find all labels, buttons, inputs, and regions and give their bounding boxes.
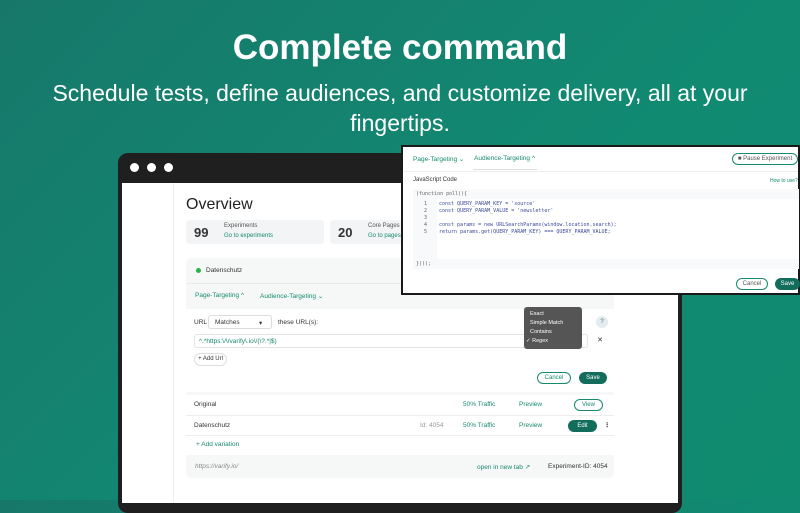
traffic-button[interactable]: 50% Traffic [463,401,495,408]
add-url-button[interactable]: + Add Url [194,353,227,366]
add-variation-button[interactable]: + Add variation [196,441,239,448]
save-button[interactable]: Save [775,278,800,290]
match-select[interactable]: Matches ▾ [208,315,272,329]
traffic-button[interactable]: 50% Traffic [463,422,495,429]
option-simple-match[interactable]: Simple Match [530,319,576,328]
option-exact[interactable]: Exact [530,310,576,319]
preview-button[interactable]: Preview [519,422,542,429]
page-title: Overview [186,196,253,213]
audience-targeting-panel: Page-Targeting ⌄ Audience-Targeting ^ ■ … [401,145,800,295]
stat-label: Core Pages [368,223,400,229]
stat-pages: 20 Core Pages Go to pages [330,220,405,244]
experiment-id: Experiment-ID: 4054 [548,463,608,470]
url-label: URL [194,319,208,326]
option-contains[interactable]: Contains [530,328,576,337]
variation-row: Datenschutz Id: 4054 50% Traffic Preview… [186,415,614,435]
tab-page-targeting[interactable]: Page-Targeting ⌄ [413,155,464,163]
experiment-name: Datenschutz [206,267,243,274]
help-icon[interactable]: ? [596,316,608,328]
go-to-pages-link[interactable]: Go to pages [368,233,401,239]
cancel-button[interactable]: Cancel [537,372,571,384]
remove-url-icon[interactable]: ✕ [594,335,606,347]
status-dot [196,268,201,273]
section-title: JavaScript Code [413,177,458,183]
code-editor[interactable]: (function poll(){ 1 2 3 4 5 const QUERY_… [413,189,799,269]
these-urls-label: these URL(s): [278,319,319,326]
option-regex[interactable]: ✓ Regex [526,337,576,346]
more-icon[interactable]: ⋮ [604,421,611,429]
tab-audience-targeting[interactable]: Audience-Targeting ⌄ [260,292,323,300]
go-to-experiments-link[interactable]: Go to experiments [224,233,273,239]
window-dot [147,163,156,172]
hero-subtitle: Schedule tests, define audiences, and cu… [52,80,748,136]
cancel-button[interactable]: Cancel [736,278,768,290]
open-new-tab-link[interactable]: open in new tab ↗ [477,463,530,471]
hero-title: Complete command [232,28,568,67]
window-dot [164,163,173,172]
window-dot [130,163,139,172]
edit-button[interactable]: Edit [568,420,597,432]
view-button[interactable]: View [574,399,603,411]
footer-url: https://varify.io/ [195,463,239,470]
stat-value: 99 [194,225,209,240]
tab-page-targeting[interactable]: Page-Targeting ^ [195,292,244,299]
tab-audience-targeting[interactable]: Audience-Targeting ^ [474,155,535,162]
pause-experiment-button[interactable]: ■ Pause Experiment [732,153,798,165]
stat-experiments: 99 Experiments Go to experiments [186,220,324,244]
how-to-use-link[interactable]: How to use? [770,178,798,184]
stat-value: 20 [338,225,353,240]
save-button[interactable]: Save [579,372,607,384]
match-dropdown: Exact Simple Match Contains ✓ Regex [524,307,582,349]
preview-button[interactable]: Preview [519,401,542,408]
variation-row: Original 50% Traffic Preview View [186,395,614,415]
stat-label: Experiments [224,223,258,229]
